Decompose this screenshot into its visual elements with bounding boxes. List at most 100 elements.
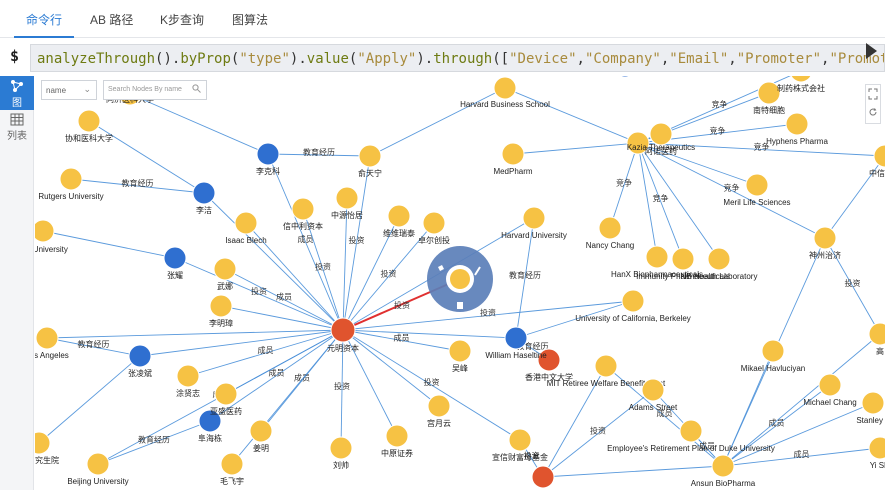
edge-label: 成员 bbox=[794, 449, 810, 459]
node-label: 维维瑞泰 bbox=[383, 228, 415, 238]
graph-node[interactable] bbox=[330, 317, 356, 343]
graph-node[interactable] bbox=[761, 339, 785, 363]
graph-node[interactable] bbox=[707, 247, 731, 271]
graph-node[interactable] bbox=[679, 419, 703, 443]
prompt-symbol: $ bbox=[10, 47, 20, 65]
fullscreen-icon[interactable] bbox=[866, 85, 880, 103]
graph-node[interactable] bbox=[176, 364, 200, 388]
graph-node[interactable] bbox=[59, 167, 83, 191]
node-label: 南特细胞 bbox=[753, 105, 785, 115]
graph-node[interactable] bbox=[813, 226, 837, 250]
graph-node[interactable] bbox=[598, 216, 622, 240]
run-button[interactable] bbox=[866, 43, 877, 59]
command-input[interactable]: analyzeThrough().byProp("type").value("A… bbox=[30, 44, 885, 72]
graph-node[interactable] bbox=[234, 211, 258, 235]
graph-node[interactable] bbox=[427, 394, 451, 418]
graph-edge bbox=[46, 329, 344, 339]
edge-label: 竞争 bbox=[616, 178, 632, 188]
node-label: Meril Life Sciences bbox=[723, 198, 790, 207]
graph-node[interactable] bbox=[785, 112, 809, 136]
graph-edge bbox=[369, 87, 506, 157]
graph-edge bbox=[342, 329, 517, 339]
property-select-value: name bbox=[46, 86, 67, 95]
graph-node[interactable] bbox=[594, 354, 618, 378]
node-label: 张凌斌 bbox=[128, 368, 152, 378]
graph-node[interactable] bbox=[504, 326, 528, 350]
delete-icon bbox=[457, 302, 463, 309]
graph-node[interactable] bbox=[213, 257, 237, 281]
graph-node[interactable] bbox=[291, 197, 315, 221]
node-label: Michael Chang bbox=[803, 398, 856, 407]
node-label: 中源怡居 bbox=[331, 210, 363, 220]
table-view-button[interactable]: 列表 bbox=[0, 110, 34, 144]
graph-node[interactable] bbox=[868, 436, 885, 460]
graph-node[interactable] bbox=[77, 109, 101, 133]
node-label: nell University bbox=[35, 245, 68, 254]
graph-node[interactable] bbox=[209, 294, 233, 318]
graph-node[interactable] bbox=[35, 219, 55, 243]
graph-node[interactable] bbox=[358, 144, 382, 168]
table-view-label: 列表 bbox=[7, 131, 27, 142]
tab-command-line[interactable]: 命令行 bbox=[14, 0, 75, 38]
graph-node[interactable] bbox=[649, 122, 673, 146]
graph-view-button[interactable]: 图 bbox=[0, 76, 34, 110]
edge-label: 教育经历 bbox=[509, 270, 541, 280]
graph-node[interactable] bbox=[335, 186, 359, 210]
graph-node[interactable] bbox=[861, 391, 885, 415]
graph-node[interactable] bbox=[256, 142, 280, 166]
tab-ab-path[interactable]: AB 路径 bbox=[78, 0, 145, 38]
graph-node[interactable] bbox=[35, 326, 59, 350]
tab-graph-algorithm[interactable]: 图算法 bbox=[220, 0, 280, 38]
edge-label: 竞争 bbox=[712, 99, 728, 109]
refresh-icon[interactable] bbox=[866, 103, 880, 121]
node-label: 卓尔创投 bbox=[418, 235, 450, 245]
graph-node[interactable] bbox=[873, 144, 885, 168]
graph-node[interactable] bbox=[163, 246, 187, 270]
graph-svg[interactable]: 成员投资成员投资投资投资成员成员成员成员投资投资投资成员教育经历教育经历教育经历… bbox=[35, 76, 885, 490]
graph-node[interactable] bbox=[192, 181, 216, 205]
graph-node[interactable] bbox=[522, 206, 546, 230]
graph-node[interactable] bbox=[501, 142, 525, 166]
selected-node[interactable] bbox=[450, 269, 470, 289]
graph-node[interactable] bbox=[641, 378, 665, 402]
graph-node[interactable] bbox=[645, 245, 669, 269]
graph-node[interactable] bbox=[385, 424, 409, 448]
graph-node[interactable] bbox=[329, 436, 353, 460]
graph-node[interactable] bbox=[508, 428, 532, 452]
node-label: William Haseltine bbox=[485, 351, 547, 360]
graph-node[interactable] bbox=[214, 382, 238, 406]
node-label: 院研究生院 bbox=[35, 455, 59, 465]
graph-node[interactable] bbox=[621, 289, 645, 313]
command-token: (). bbox=[155, 51, 181, 67]
graph-node[interactable] bbox=[249, 419, 273, 443]
graph-node[interactable] bbox=[745, 173, 769, 197]
graph-node[interactable] bbox=[387, 204, 411, 228]
tab-k-step-query[interactable]: K步查询 bbox=[148, 0, 216, 38]
graph-node[interactable] bbox=[531, 465, 555, 489]
edge-label: 成员 bbox=[394, 333, 410, 343]
command-token: value bbox=[306, 51, 349, 67]
edge-label: 成员 bbox=[294, 373, 310, 383]
property-select[interactable]: name ⌄ bbox=[41, 80, 97, 100]
graph-node[interactable] bbox=[493, 76, 517, 100]
graph-node[interactable] bbox=[128, 344, 152, 368]
graph-node[interactable] bbox=[422, 211, 446, 235]
graph-node[interactable] bbox=[711, 454, 735, 478]
node-search-input[interactable]: Search Nodes By name bbox=[103, 80, 207, 100]
node-label: Mikael Havluciyan bbox=[741, 364, 805, 373]
edge-label: 投资 bbox=[349, 235, 365, 245]
graph-canvas[interactable]: 成员投资成员投资投资投资成员成员成员成员投资投资投资成员教育经历教育经历教育经历… bbox=[35, 76, 885, 490]
graph-node[interactable] bbox=[818, 373, 842, 397]
node-label: Nancy Chang bbox=[586, 241, 634, 250]
command-token: through bbox=[433, 51, 493, 67]
node-label: 阜海栋 bbox=[198, 433, 222, 443]
graph-node[interactable] bbox=[448, 339, 472, 363]
graph-node[interactable] bbox=[86, 452, 110, 476]
graph-node[interactable] bbox=[220, 452, 244, 476]
node-label: NB Health Laboratory bbox=[681, 272, 758, 281]
graph-node[interactable] bbox=[614, 76, 636, 78]
graph-node[interactable] bbox=[671, 247, 695, 271]
node-label: 毛飞宇 bbox=[220, 476, 244, 486]
graph-node[interactable] bbox=[790, 76, 812, 83]
node-label: Hyphens Pharma bbox=[766, 137, 828, 146]
